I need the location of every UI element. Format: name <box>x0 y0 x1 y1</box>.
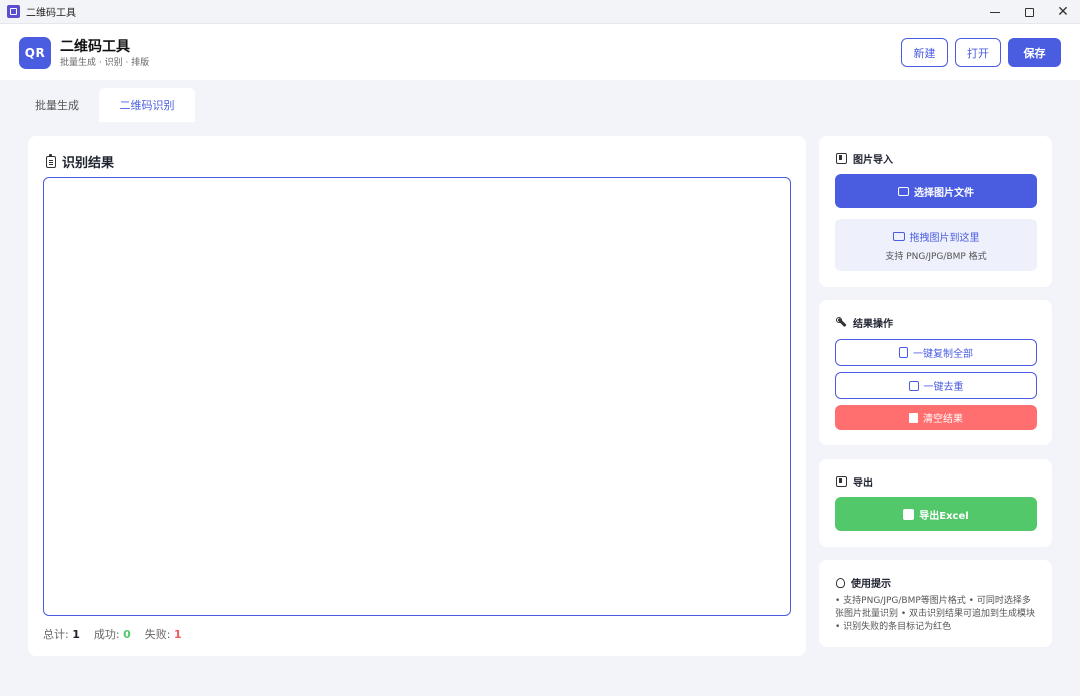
minimize-icon <box>990 11 1000 13</box>
app-subtitle: 批量生成 · 识别 · 排版 <box>60 58 150 68</box>
window-title: 二维码工具 <box>26 8 76 19</box>
open-button[interactable]: 打开 <box>955 38 1001 67</box>
save-button[interactable]: 保存 <box>1008 38 1061 67</box>
import-title: 图片导入 <box>836 151 893 166</box>
stat-success-value: 0 <box>123 628 131 641</box>
tips-text: • 支持PNG/JPG/BMP等图片格式 • 可同时选择多张图片批量识别 • 双… <box>835 596 1036 632</box>
operations-panel: 结果操作 一键复制全部 一键去重 清空结果 <box>819 300 1052 445</box>
trash-icon <box>909 412 918 423</box>
download-icon <box>836 153 847 164</box>
operations-title: 结果操作 <box>836 315 893 330</box>
stat-fail-value: 1 <box>173 628 182 641</box>
export-icon <box>836 476 847 487</box>
stat-success-label: 成功: <box>93 628 120 641</box>
copy-all-button[interactable]: 一键复制全部 <box>835 339 1037 366</box>
wrench-icon <box>836 317 847 328</box>
stat-fail: 失败: 1 <box>145 626 182 642</box>
export-title-text: 导出 <box>853 478 873 489</box>
results-textarea[interactable] <box>43 177 791 616</box>
export-title: 导出 <box>836 474 873 489</box>
dropzone-hint: 支持 PNG/JPG/BMP 格式 <box>885 251 987 262</box>
export-panel: 导出 导出Excel <box>819 459 1052 547</box>
image-dropzone[interactable]: 拖拽图片到这里 支持 PNG/JPG/BMP 格式 <box>835 219 1037 271</box>
dedupe-button[interactable]: 一键去重 <box>835 372 1037 399</box>
folder-icon <box>892 231 905 241</box>
dropzone-main: 拖拽图片到这里 <box>892 229 980 244</box>
clipboard-icon <box>46 153 56 168</box>
results-title-text: 识别结果 <box>62 156 115 171</box>
maximize-icon <box>1024 7 1034 17</box>
import-title-text: 图片导入 <box>853 155 893 166</box>
results-panel: 识别结果 总计: 1 成功: 0 失败: 1 <box>28 136 806 656</box>
results-stats: 总计: 1 成功: 0 失败: 1 <box>43 626 196 642</box>
app-logo: QR <box>19 37 51 69</box>
app-icon <box>7 5 20 18</box>
select-image-label: 选择图片文件 <box>914 187 974 199</box>
stat-success: 成功: 0 <box>94 626 131 642</box>
app-title: 二维码工具 <box>60 39 130 55</box>
tips-panel: 使用提示 • 支持PNG/JPG/BMP等图片格式 • 可同时选择多张图片批量识… <box>819 560 1052 647</box>
tips-title-text: 使用提示 <box>851 579 891 590</box>
dedupe-icon <box>908 380 919 391</box>
dedupe-label: 一键去重 <box>923 382 964 393</box>
maximize-button[interactable] <box>1012 0 1046 24</box>
clear-results-label: 清空结果 <box>923 414 963 425</box>
copy-all-label: 一键复制全部 <box>913 349 973 360</box>
window-titlebar: 二维码工具 ✕ <box>0 0 1080 24</box>
new-button[interactable]: 新建 <box>901 38 948 67</box>
stat-total-value: 1 <box>72 628 80 641</box>
app-header: QR 二维码工具 批量生成 · 识别 · 排版 新建 打开 保存 <box>0 24 1080 80</box>
select-image-button[interactable]: 选择图片文件 <box>835 174 1037 208</box>
window-controls: ✕ <box>978 0 1080 24</box>
card-icon <box>898 186 909 196</box>
copy-icon <box>899 347 908 358</box>
minimize-button[interactable] <box>978 0 1012 24</box>
stat-total-label: 总计: <box>43 628 69 641</box>
operations-title-text: 结果操作 <box>853 319 893 330</box>
import-panel: 图片导入 选择图片文件 拖拽图片到这里 支持 PNG/JPG/BMP 格式 <box>819 136 1052 287</box>
stat-fail-label: 失败: <box>144 628 171 641</box>
stat-total: 总计: 1 <box>43 626 80 642</box>
close-button[interactable]: ✕ <box>1046 0 1080 24</box>
export-excel-label: 导出Excel <box>919 510 969 522</box>
tab-qr-recognize[interactable]: 二维码识别 <box>99 88 195 122</box>
tab-batch-generate[interactable]: 批量生成 <box>20 88 94 122</box>
lightbulb-icon <box>836 577 845 588</box>
clear-results-button[interactable]: 清空结果 <box>835 405 1037 430</box>
export-excel-button[interactable]: 导出Excel <box>835 497 1037 531</box>
tips-title: 使用提示 <box>836 575 891 590</box>
dropzone-text: 拖拽图片到这里 <box>909 232 980 244</box>
results-title: 识别结果 <box>46 152 114 171</box>
excel-icon <box>903 508 915 520</box>
